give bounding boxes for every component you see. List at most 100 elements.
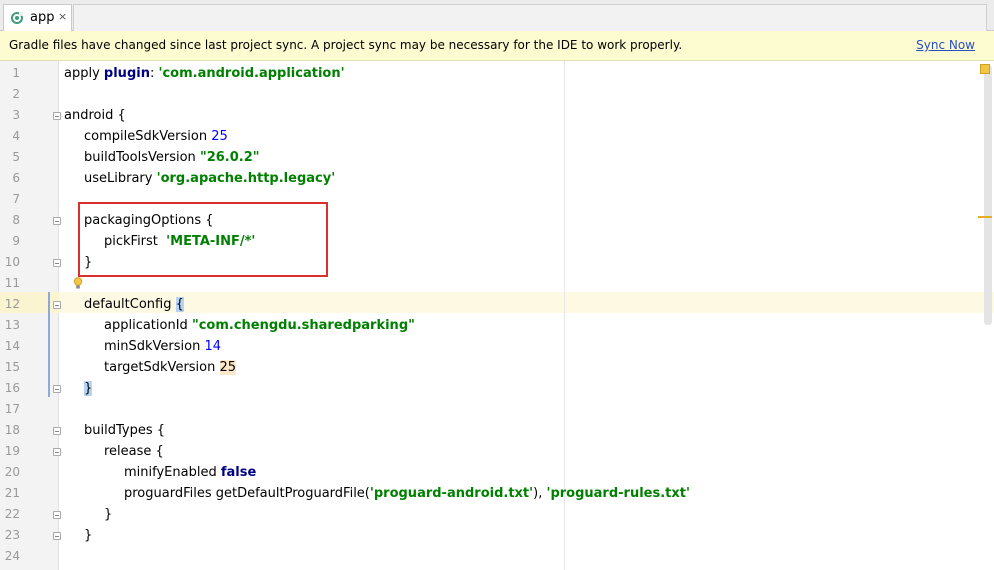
annotation-highlight-box bbox=[78, 202, 328, 277]
code-text: } bbox=[84, 378, 93, 399]
code-text: } bbox=[84, 525, 92, 546]
line-number: 14 bbox=[4, 339, 20, 353]
code-text: release { bbox=[104, 441, 164, 462]
line-number: 5 bbox=[12, 150, 20, 164]
line-number: 4 bbox=[12, 129, 20, 143]
code-token: 'proguard-rules.txt' bbox=[546, 486, 690, 501]
tab-app[interactable]: app × bbox=[3, 4, 72, 31]
line-number: 9 bbox=[12, 234, 20, 248]
line-number: 23 bbox=[4, 528, 20, 542]
lightbulb-icon[interactable] bbox=[73, 277, 83, 290]
code-editor[interactable]: 1 apply plugin: 'com.android.application'… bbox=[0, 61, 994, 570]
line-number: 20 bbox=[4, 465, 20, 479]
code-text: defaultConfig { bbox=[84, 294, 184, 315]
editor-tab-bar: app × bbox=[0, 0, 994, 31]
line-number: 6 bbox=[12, 171, 20, 185]
fold-toggle-icon[interactable] bbox=[53, 385, 61, 393]
code-token: "com.chengdu.sharedparking" bbox=[191, 318, 415, 333]
fold-toggle-icon[interactable] bbox=[53, 427, 61, 435]
code-line[interactable]: 24 bbox=[0, 546, 994, 567]
fold-toggle-icon[interactable] bbox=[53, 532, 61, 540]
code-token: buildTypes { bbox=[84, 423, 166, 438]
line-number: 19 bbox=[4, 444, 20, 458]
code-line[interactable]: 18 buildTypes { bbox=[0, 420, 994, 441]
line-number: 21 bbox=[4, 486, 20, 500]
code-line[interactable]: 17 bbox=[0, 399, 994, 420]
code-line[interactable]: 5 buildToolsVersion "26.0.2" bbox=[0, 147, 994, 168]
fold-toggle-icon[interactable] bbox=[53, 259, 61, 267]
code-text: useLibrary 'org.apache.http.legacy' bbox=[84, 168, 335, 189]
code-token: 25 bbox=[219, 360, 237, 375]
fold-toggle-icon[interactable] bbox=[53, 301, 61, 309]
code-line[interactable]: 19 release { bbox=[0, 441, 994, 462]
code-line[interactable]: 4 compileSdkVersion 25 bbox=[0, 126, 994, 147]
code-text: apply plugin: 'com.android.application' bbox=[64, 63, 345, 84]
code-text: proguardFiles getDefaultProguardFile('pr… bbox=[124, 483, 690, 504]
vertical-scrollbar-thumb[interactable] bbox=[984, 65, 992, 325]
code-token: minSdkVersion bbox=[104, 339, 205, 354]
close-icon[interactable]: × bbox=[58, 10, 67, 23]
code-text: buildToolsVersion "26.0.2" bbox=[84, 147, 260, 168]
code-token: plugin bbox=[103, 66, 150, 81]
line-number: 16 bbox=[4, 381, 20, 395]
code-token: false bbox=[220, 465, 257, 480]
code-token: "26.0.2" bbox=[199, 150, 260, 165]
code-token: buildToolsVersion bbox=[84, 150, 200, 165]
warning-stripe-marker[interactable] bbox=[978, 216, 992, 218]
code-token: } bbox=[84, 528, 93, 543]
code-line[interactable]: 12 defaultConfig { bbox=[0, 294, 994, 315]
code-text: } bbox=[104, 504, 112, 525]
tab-label: app bbox=[30, 10, 55, 25]
fold-toggle-icon[interactable] bbox=[53, 511, 61, 519]
line-number: 7 bbox=[12, 192, 20, 206]
line-number: 11 bbox=[4, 276, 20, 290]
code-line[interactable]: 23} bbox=[0, 525, 994, 546]
code-line[interactable]: 2 bbox=[0, 84, 994, 105]
code-line[interactable]: 15 targetSdkVersion 25 bbox=[0, 357, 994, 378]
line-number: 17 bbox=[4, 402, 20, 416]
line-number: 10 bbox=[4, 255, 20, 269]
sync-now-link[interactable]: Sync Now bbox=[916, 38, 975, 52]
fold-toggle-icon[interactable] bbox=[53, 112, 61, 120]
code-line[interactable]: 1 apply plugin: 'com.android.application' bbox=[0, 63, 994, 84]
line-number: 1 bbox=[12, 66, 20, 80]
code-line[interactable]: 3 android { bbox=[0, 105, 994, 126]
code-token: minifyEnabled bbox=[124, 465, 221, 480]
code-token: release { bbox=[104, 444, 164, 459]
code-line[interactable]: 14 minSdkVersion 14 bbox=[0, 336, 994, 357]
code-line[interactable]: 21 proguardFiles getDefaultProguardFile('… bbox=[0, 483, 994, 504]
code-text: applicationId "com.chengdu.sharedparking… bbox=[104, 315, 415, 336]
code-text: compileSdkVersion 25 bbox=[84, 126, 228, 147]
code-line[interactable]: 22} bbox=[0, 504, 994, 525]
gradle-sync-notification: Gradle files have changed since last pro… bbox=[0, 31, 994, 61]
code-token: targetSdkVersion bbox=[104, 360, 220, 375]
code-token: 'com.android.application' bbox=[158, 66, 345, 81]
line-number: 12 bbox=[4, 297, 20, 311]
code-text: buildTypes { bbox=[84, 420, 165, 441]
code-line[interactable]: 16} bbox=[0, 378, 994, 399]
code-token: applicationId bbox=[104, 318, 192, 333]
code-token: android { bbox=[64, 108, 126, 123]
line-number: 15 bbox=[4, 360, 20, 374]
code-token: { bbox=[175, 297, 184, 312]
line-number: 13 bbox=[4, 318, 20, 332]
code-token: 14 bbox=[204, 339, 222, 354]
line-number: 2 bbox=[12, 87, 20, 101]
notification-message: Gradle files have changed since last pro… bbox=[9, 38, 683, 52]
code-line[interactable]: 6 useLibrary 'org.apache.http.legacy' bbox=[0, 168, 994, 189]
code-text: targetSdkVersion 25 bbox=[104, 357, 237, 378]
fold-toggle-icon[interactable] bbox=[53, 217, 61, 225]
code-token: ), bbox=[533, 486, 547, 501]
code-line[interactable]: 13 applicationId "com.chengdu.sharedparki… bbox=[0, 315, 994, 336]
line-number: 22 bbox=[4, 507, 20, 521]
code-text: minifyEnabled false bbox=[124, 462, 256, 483]
inspection-status-icon[interactable] bbox=[980, 64, 990, 74]
code-token: useLibrary bbox=[84, 171, 157, 186]
code-line[interactable]: 20 minifyEnabled false bbox=[0, 462, 994, 483]
gradle-app-icon bbox=[11, 12, 23, 24]
code-token: } bbox=[104, 507, 113, 522]
code-text: android { bbox=[64, 105, 126, 126]
line-number: 18 bbox=[4, 423, 20, 437]
fold-toggle-icon[interactable] bbox=[53, 448, 61, 456]
code-token: apply bbox=[64, 66, 104, 81]
